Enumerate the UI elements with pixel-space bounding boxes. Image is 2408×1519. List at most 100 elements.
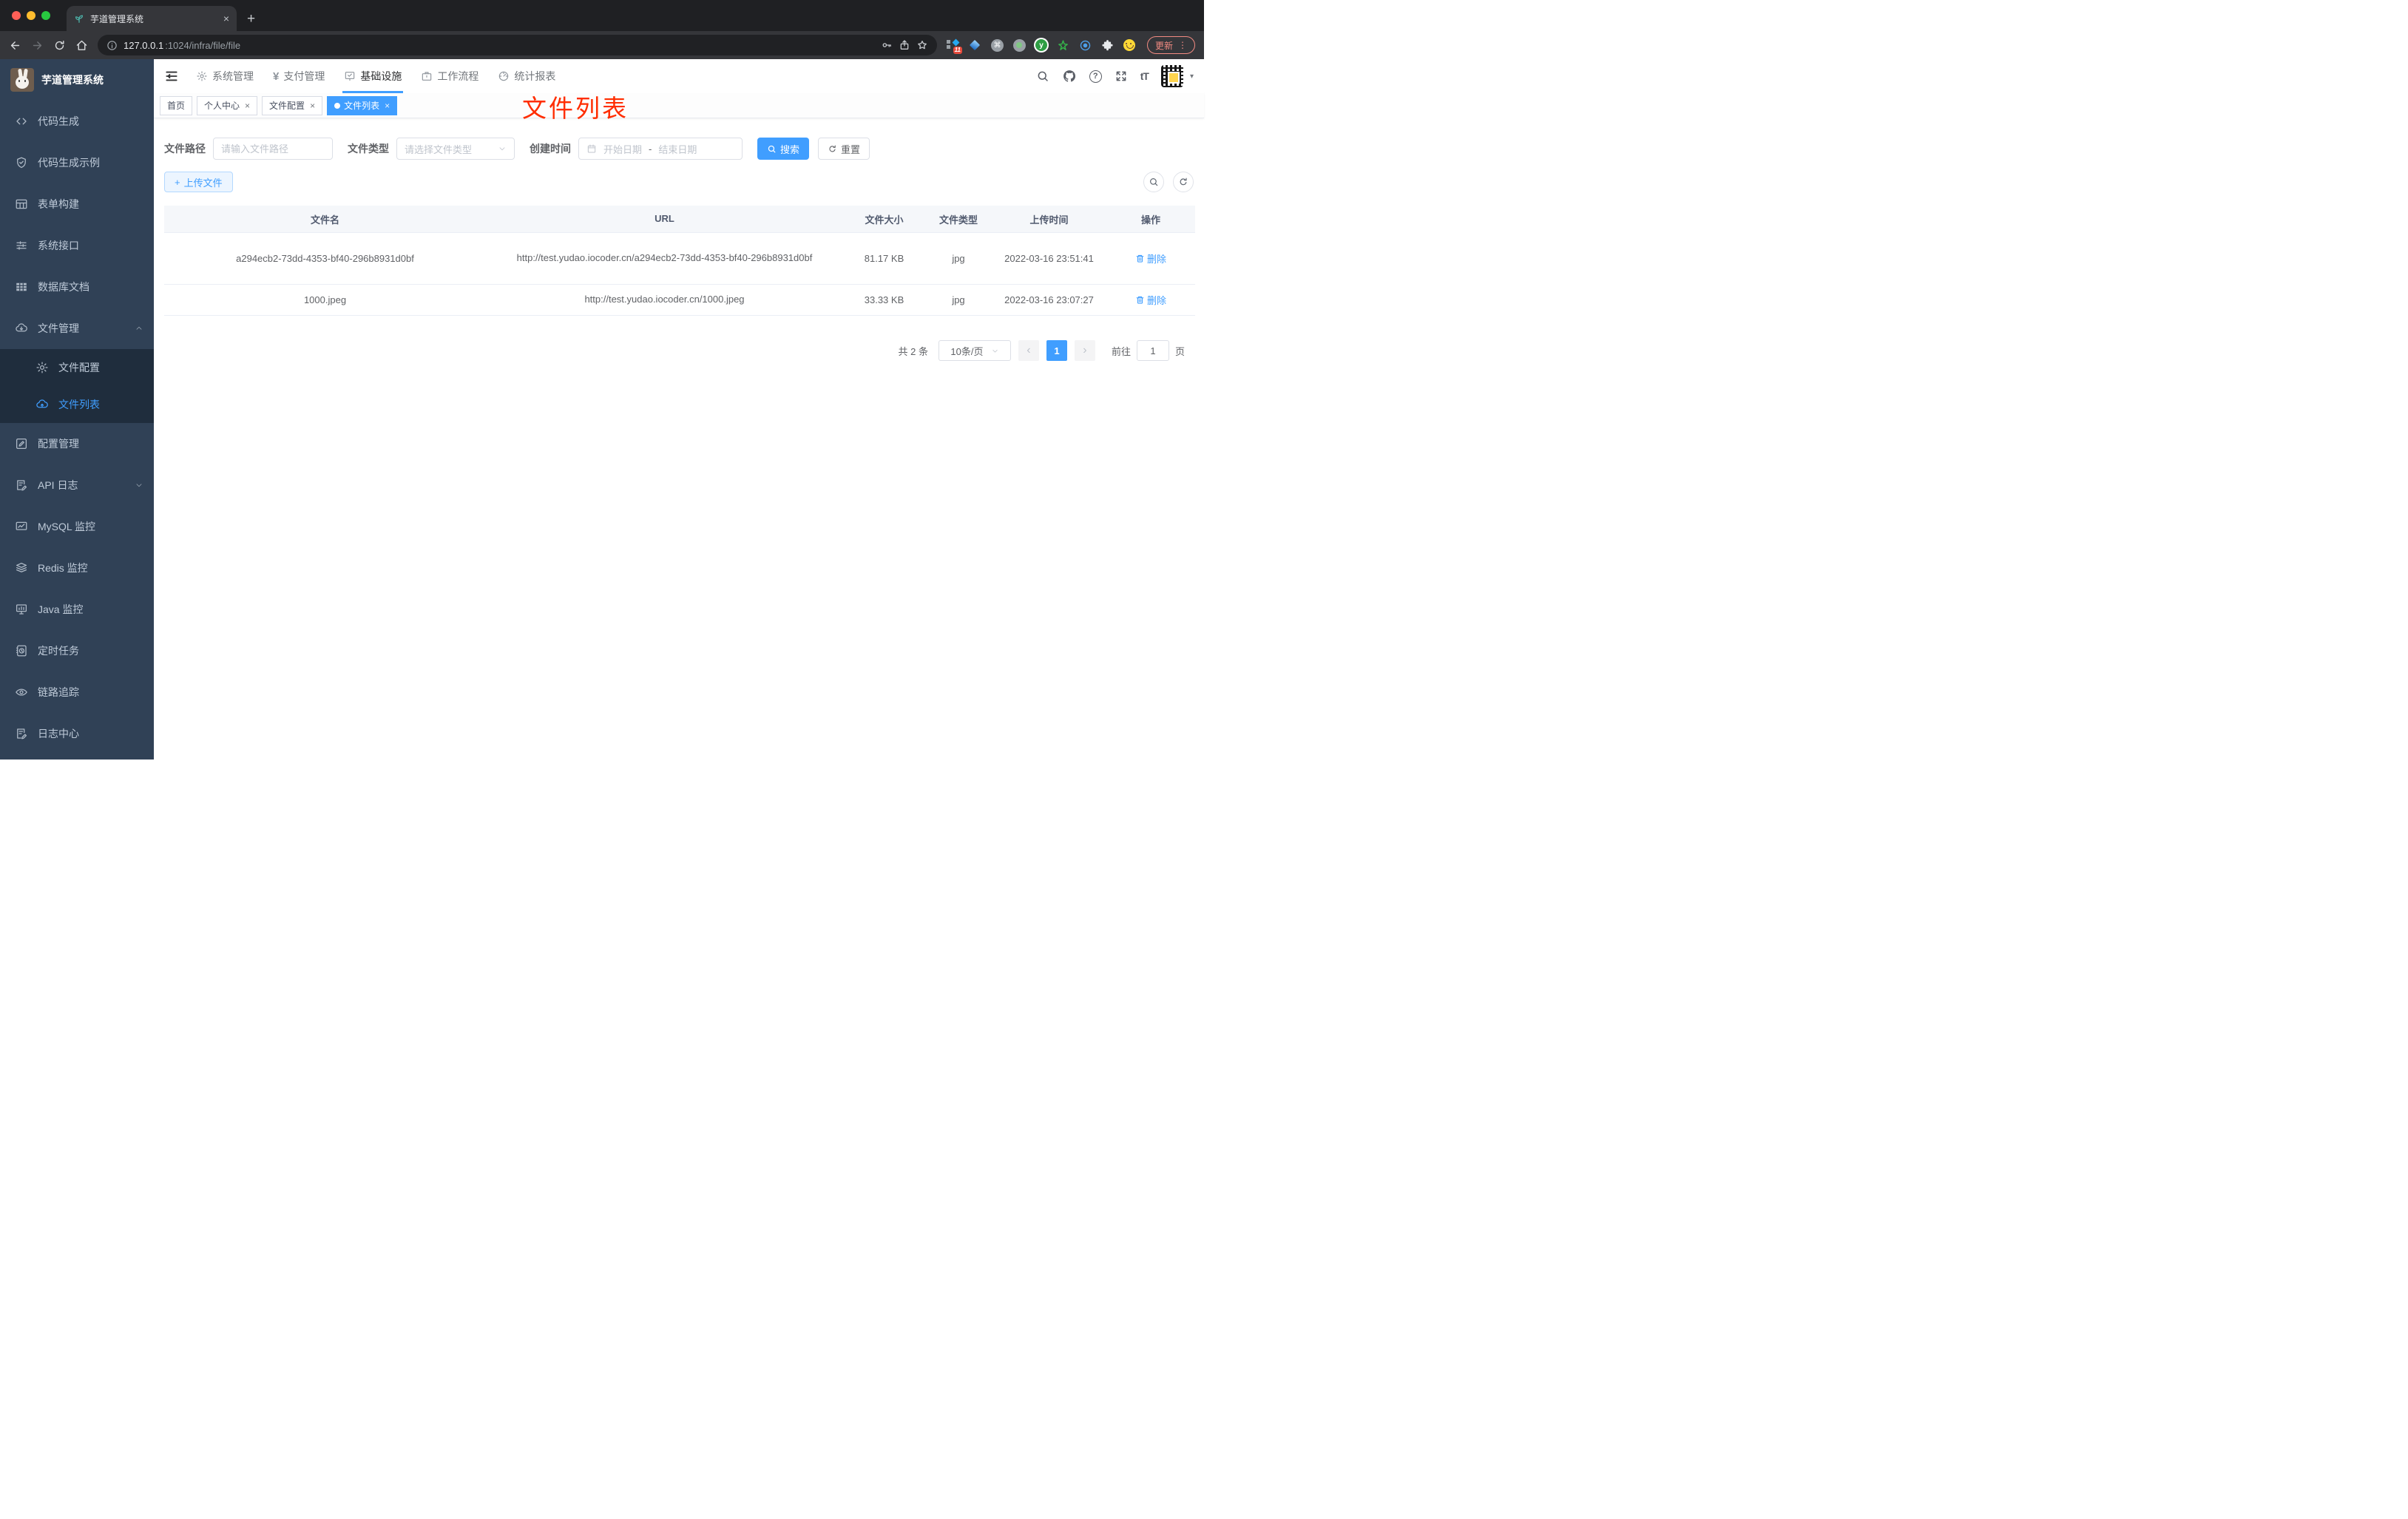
tag-file-config[interactable]: 文件配置 × <box>262 95 323 115</box>
extensions-puzzle-icon[interactable] <box>1101 39 1114 52</box>
site-info-icon[interactable] <box>106 40 118 51</box>
sidebar-item-file-config[interactable]: 文件配置 <box>0 349 154 386</box>
tag-close-icon[interactable]: × <box>385 101 390 110</box>
zoom-window-button[interactable] <box>41 11 50 20</box>
monitor-icon <box>15 603 28 616</box>
current-page-button[interactable]: 1 <box>1046 340 1067 361</box>
cell-upload-time: 2022-03-16 23:07:27 <box>1004 294 1094 305</box>
nav-menu-payment[interactable]: ¥ 支付管理 <box>263 59 334 93</box>
extension-eye-icon[interactable] <box>1079 39 1092 52</box>
cell-url: http://test.yudao.iocoder.cn/1000.jpeg <box>584 294 745 305</box>
help-icon[interactable]: ? <box>1089 70 1102 83</box>
sidebar-item-redis-monitor[interactable]: Redis 监控 <box>0 547 154 589</box>
update-chip[interactable]: 更新 ⋮ <box>1146 36 1195 54</box>
toggle-search-button[interactable] <box>1143 172 1164 192</box>
tag-file-list[interactable]: 文件列表 × <box>327 95 398 115</box>
sidebar-item-config-management[interactable]: 配置管理 <box>0 423 154 464</box>
sidebar-item-system-api[interactable]: 系统接口 <box>0 225 154 266</box>
avatar-caret-down-icon[interactable]: ▾ <box>1190 72 1194 81</box>
profile-emoji-icon[interactable] <box>1123 39 1135 51</box>
reload-icon[interactable] <box>53 39 66 52</box>
col-upload-time: 上传时间 <box>1029 214 1069 226</box>
browser-tab[interactable]: 芋道管理系统 × <box>67 6 237 31</box>
prev-page-button[interactable]: ‹ <box>1018 340 1039 361</box>
home-icon[interactable] <box>75 39 88 52</box>
table-row: 1000.jpeg http://test.yudao.iocoder.cn/1… <box>164 285 1195 316</box>
cell-file-name: 1000.jpeg <box>303 294 347 305</box>
sidebar-item-code-generation[interactable]: 代码生成 <box>0 101 154 142</box>
calendar-icon <box>586 143 597 154</box>
sidebar-item-scheduled-tasks[interactable]: 定时任务 <box>0 630 154 671</box>
cell-upload-time: 2022-03-16 23:51:41 <box>1004 253 1094 264</box>
search-button[interactable]: 搜索 <box>757 138 810 160</box>
chevron-down-icon <box>498 144 507 153</box>
reset-button[interactable]: 重置 <box>818 138 870 160</box>
page-jump-input[interactable] <box>1136 340 1169 361</box>
sidebar-item-code-gen-example[interactable]: 代码生成示例 <box>0 142 154 183</box>
tab-close-icon[interactable]: × <box>223 13 229 24</box>
sidebar-item-file-management[interactable]: 文件管理 <box>0 308 154 349</box>
user-avatar-qr[interactable] <box>1160 65 1183 87</box>
sidebar-item-form-builder[interactable]: 表单构建 <box>0 183 154 225</box>
extension-kite-icon[interactable] <box>969 39 981 52</box>
monitor-check-icon <box>344 70 356 82</box>
bookmark-star-icon[interactable] <box>916 39 928 51</box>
app-logo[interactable]: 芋道管理系统 <box>0 59 154 101</box>
nav-menu-infrastructure[interactable]: 基础设施 <box>334 59 411 93</box>
upload-file-button[interactable]: + 上传文件 <box>164 172 233 192</box>
sidebar-item-tracing[interactable]: 链路追踪 <box>0 671 154 713</box>
password-key-icon[interactable] <box>881 39 893 51</box>
url-host: 127.0.0.1 <box>124 39 164 51</box>
nav-menu-system[interactable]: 系统管理 <box>186 59 263 93</box>
nav-menu-workflow[interactable]: 工作流程 <box>411 59 488 93</box>
cell-file-type: jpg <box>952 294 965 305</box>
date-range-picker[interactable]: 开始日期 - 结束日期 <box>578 138 743 160</box>
tag-profile[interactable]: 个人中心 × <box>197 95 258 115</box>
sidebar-item-api-log[interactable]: API 日志 <box>0 464 154 506</box>
refresh-icon <box>828 144 837 154</box>
tag-home[interactable]: 首页 <box>160 95 193 115</box>
page-size-select[interactable]: 10条/页 <box>938 340 1011 361</box>
extension-badge: 11 <box>953 46 962 54</box>
close-window-button[interactable] <box>12 11 21 20</box>
extension-star-icon[interactable] <box>1057 39 1069 52</box>
browser-menu-kebab-icon[interactable]: ⋮ <box>1178 40 1187 50</box>
url-path: :1024/infra/file/file <box>165 39 241 51</box>
file-path-label: 文件路径 <box>164 143 206 155</box>
extension-y-icon[interactable]: y <box>1035 39 1047 51</box>
fullscreen-icon[interactable] <box>1115 70 1128 83</box>
address-bar[interactable]: 127.0.0.1:1024/infra/file/file <box>98 35 937 55</box>
window-controls <box>12 11 50 20</box>
active-tag-dot <box>334 102 341 109</box>
extension-tampermonkey-icon[interactable]: 11 <box>946 38 962 54</box>
search-icon[interactable] <box>1036 70 1049 83</box>
sidebar-item-db-doc[interactable]: 数据库文档 <box>0 266 154 308</box>
delete-link[interactable]: 删除 <box>1135 251 1166 265</box>
forward-icon[interactable] <box>31 39 44 52</box>
collapse-sidebar-icon[interactable] <box>164 69 179 84</box>
sidebar-item-log-center[interactable]: 日志中心 <box>0 713 154 754</box>
sidebar-item-mysql-monitor[interactable]: MySQL 监控 <box>0 506 154 547</box>
share-icon[interactable] <box>899 39 910 51</box>
extension-command-icon[interactable]: ⌘ <box>990 38 1004 52</box>
delete-link[interactable]: 删除 <box>1135 293 1166 307</box>
minimize-window-button[interactable] <box>27 11 35 20</box>
date-end-placeholder: 结束日期 <box>658 143 697 155</box>
back-icon[interactable] <box>9 39 21 52</box>
sidebar-item-file-list[interactable]: 文件列表 <box>0 386 154 423</box>
cell-file-name: a294ecb2-73dd-4353-bf40-296b8931d0bf <box>236 253 414 264</box>
extension-dot-icon[interactable] <box>1012 38 1026 52</box>
file-path-input[interactable] <box>213 138 333 160</box>
edit-square-icon <box>15 437 28 450</box>
eye-icon <box>15 686 28 699</box>
page-content: 文件路径 文件类型 请选择文件类型 创建时间 开始日期 - 结束日期 <box>154 118 1204 361</box>
file-type-select[interactable]: 请选择文件类型 <box>396 138 515 160</box>
font-size-icon[interactable]: tT <box>1140 70 1149 82</box>
refresh-table-button[interactable] <box>1173 172 1194 192</box>
github-icon[interactable] <box>1062 69 1077 84</box>
tag-close-icon[interactable]: × <box>245 101 250 110</box>
new-tab-button[interactable]: + <box>247 12 255 26</box>
tag-close-icon[interactable]: × <box>310 101 315 110</box>
sidebar-item-java-monitor[interactable]: Java 监控 <box>0 589 154 630</box>
next-page-button[interactable]: › <box>1074 340 1095 361</box>
